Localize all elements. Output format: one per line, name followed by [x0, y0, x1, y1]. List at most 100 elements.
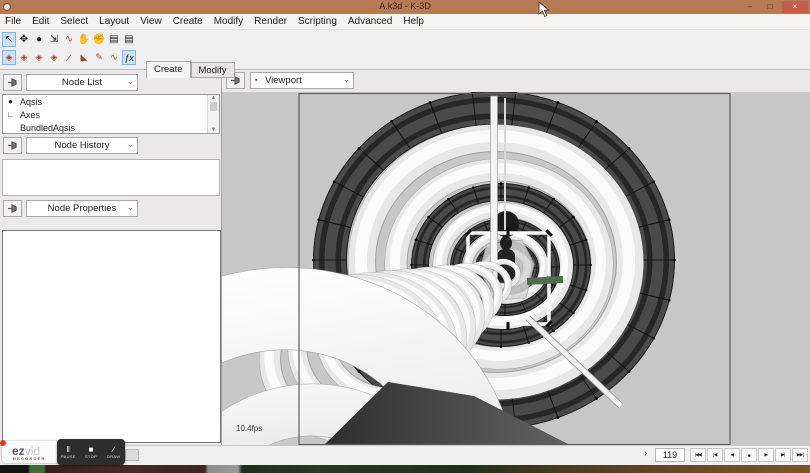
scroll-down-icon[interactable]: ▼ [208, 127, 219, 133]
stop-button[interactable]: ■ [741, 448, 757, 462]
aqsis-sphere-icon: ● [6, 97, 15, 106]
fps-counter: 10.4fps [236, 424, 262, 433]
tool-tabs: Create Modify [146, 61, 235, 78]
minimize-button[interactable]: – [742, 1, 758, 13]
reverse-play-button[interactable]: ◀ [724, 448, 740, 462]
render-preview-button[interactable]: ▤ [107, 32, 121, 47]
knife-tool-button[interactable]: ∕ [62, 50, 76, 65]
menu-view[interactable]: View [140, 16, 162, 27]
next-frame-button[interactable]: ▶| [775, 448, 791, 462]
k3d-window: A.k3d - K-3D – □ × File Edit Select Layo… [0, 0, 810, 473]
node-item-bundledaqsis[interactable]: BundledAqsis [3, 121, 219, 134]
render-frame-button[interactable]: ▤ [122, 32, 136, 47]
snap-tool-button[interactable]: ∿ [62, 32, 76, 47]
panel-title: Viewport [265, 75, 302, 86]
node-history-panel-header: Node History ⌄ [0, 135, 221, 157]
menu-file[interactable]: File [5, 16, 21, 27]
paint-tool-button[interactable]: ✎ [92, 50, 106, 65]
timeline-expander[interactable]: › [644, 448, 647, 459]
toolbar: ↖ ✥ ● ⇲ ∿ ✋ ✊ ▤ ▤ ◈ ◈ [0, 30, 810, 70]
menu-bar: File Edit Select Layout View Create Modi… [0, 14, 810, 30]
viewport-panel-header: ▪ Viewport ⌄ [222, 70, 810, 92]
timeline-scrubber[interactable] [125, 449, 139, 461]
node-list-scrollbar[interactable]: ▲ ▼ [207, 95, 219, 133]
node-item-aqsis[interactable]: ● Aqsis [3, 95, 219, 108]
mouse-cursor [538, 1, 550, 18]
title-bar[interactable]: A.k3d - K-3D – □ × [0, 0, 810, 14]
transport-controls: |◀◀ |◀ ◀ ■ ▶ ▶| ▶▶| [690, 448, 808, 462]
tab-create[interactable]: Create [146, 61, 191, 78]
pin-button[interactable] [3, 137, 22, 154]
select-lines-mode-button[interactable]: ◈ [32, 50, 46, 65]
curves-tool-button[interactable]: ∿ [107, 50, 121, 65]
ezvid-subtitle: RECORDER [13, 456, 46, 461]
menu-render[interactable]: Render [254, 16, 287, 27]
tab-modify[interactable]: Modify [191, 62, 235, 78]
pin-button[interactable] [3, 200, 22, 217]
pan-tool-button[interactable]: ✋ [77, 32, 91, 47]
node-properties-panel-selector[interactable]: Node Properties ⌄ [26, 200, 138, 217]
select-faces-mode-button[interactable]: ◈ [47, 50, 61, 65]
node-list-panel-selector[interactable]: Node List ⌄ [26, 74, 138, 91]
select-tool-button[interactable]: ↖ [2, 32, 16, 47]
window-title: A.k3d - K-3D [0, 1, 810, 11]
toolbar-row-modes: ◈ ◈ ◈ ◈ ∕ ◣ ✎ ∿ ƒx [2, 50, 136, 65]
menu-scripting[interactable]: Scripting [298, 16, 337, 27]
bevel-tool-button[interactable]: ◣ [77, 50, 91, 65]
panel-title: Node Properties [48, 203, 117, 214]
panel-title: Node List [62, 77, 102, 88]
pin-button[interactable] [3, 74, 22, 91]
viewport-3d-canvas[interactable]: Y 10.4fps [222, 92, 810, 445]
toolbar-row-tools: ↖ ✥ ● ⇲ ∿ ✋ ✊ ▤ ▤ [2, 32, 136, 47]
rotate-tool-button[interactable]: ● [32, 32, 46, 47]
ezvid-draw-button[interactable]: ∕ DRAW [103, 445, 124, 459]
viewport-panel-selector[interactable]: ▪ Viewport ⌄ [250, 72, 354, 89]
menu-create[interactable]: Create [173, 16, 203, 27]
viewport-icon: ▪ [255, 77, 257, 84]
node-history-panel-selector[interactable]: Node History ⌄ [26, 137, 138, 154]
frame-number-input[interactable]: 119 [655, 448, 685, 462]
node-properties-area[interactable] [2, 230, 221, 443]
select-nodes-mode-button[interactable]: ◈ [2, 50, 16, 65]
select-points-mode-button[interactable]: ◈ [17, 50, 31, 65]
menu-advanced[interactable]: Advanced [348, 16, 392, 27]
orbit-tool-button[interactable]: ✊ [92, 32, 106, 47]
vertical-pole [491, 96, 498, 288]
viewport-3d[interactable]: Y 10.4fps [222, 92, 810, 445]
figure-neck [500, 236, 512, 250]
pin-icon [7, 203, 18, 214]
scale-tool-button[interactable]: ⇲ [47, 32, 61, 47]
y-axis-label: Y [553, 261, 559, 270]
node-item-axes[interactable]: ∟ Axes [3, 108, 219, 121]
node-history-list[interactable] [2, 159, 220, 196]
rewind-button[interactable]: |◀◀ [690, 448, 706, 462]
close-button[interactable]: × [782, 1, 808, 13]
node-list[interactable]: ● Aqsis ∟ Axes BundledAqsis ▲ [2, 94, 220, 134]
ezvid-stop-button[interactable]: ■ STOP [80, 445, 101, 459]
previous-frame-button[interactable]: |◀ [707, 448, 723, 462]
scroll-up-icon[interactable]: ▲ [208, 95, 219, 101]
pin-icon [7, 77, 18, 88]
ezvid-pause-button[interactable]: ‖ PAUSE [58, 445, 79, 459]
node-list-rows: ● Aqsis ∟ Axes BundledAqsis [3, 95, 219, 134]
node-properties-panel-header: Node Properties ⌄ [0, 198, 221, 220]
menu-layout[interactable]: Layout [99, 16, 129, 27]
record-indicator-icon [0, 440, 6, 446]
play-button[interactable]: ▶ [758, 448, 774, 462]
windows-taskbar[interactable] [0, 465, 810, 473]
chevron-down-icon: ⌄ [126, 202, 134, 213]
menu-edit[interactable]: Edit [32, 16, 49, 27]
fast-forward-button[interactable]: ▶▶| [792, 448, 808, 462]
function-tool-button[interactable]: ƒx [122, 50, 136, 65]
panel-title: Node History [55, 140, 110, 151]
ezvid-buttons-panel: ‖ PAUSE ■ STOP ∕ DRAW [57, 439, 125, 465]
menu-select[interactable]: Select [60, 16, 88, 27]
thin-guide-line [504, 98, 506, 230]
scrollbar-thumb[interactable] [210, 102, 217, 111]
menu-help[interactable]: Help [403, 16, 424, 27]
move-tool-button[interactable]: ✥ [17, 32, 31, 47]
chevron-down-icon: ⌄ [126, 139, 134, 150]
pin-icon [7, 140, 18, 151]
menu-modify[interactable]: Modify [214, 16, 243, 27]
maximize-button[interactable]: □ [762, 1, 778, 13]
